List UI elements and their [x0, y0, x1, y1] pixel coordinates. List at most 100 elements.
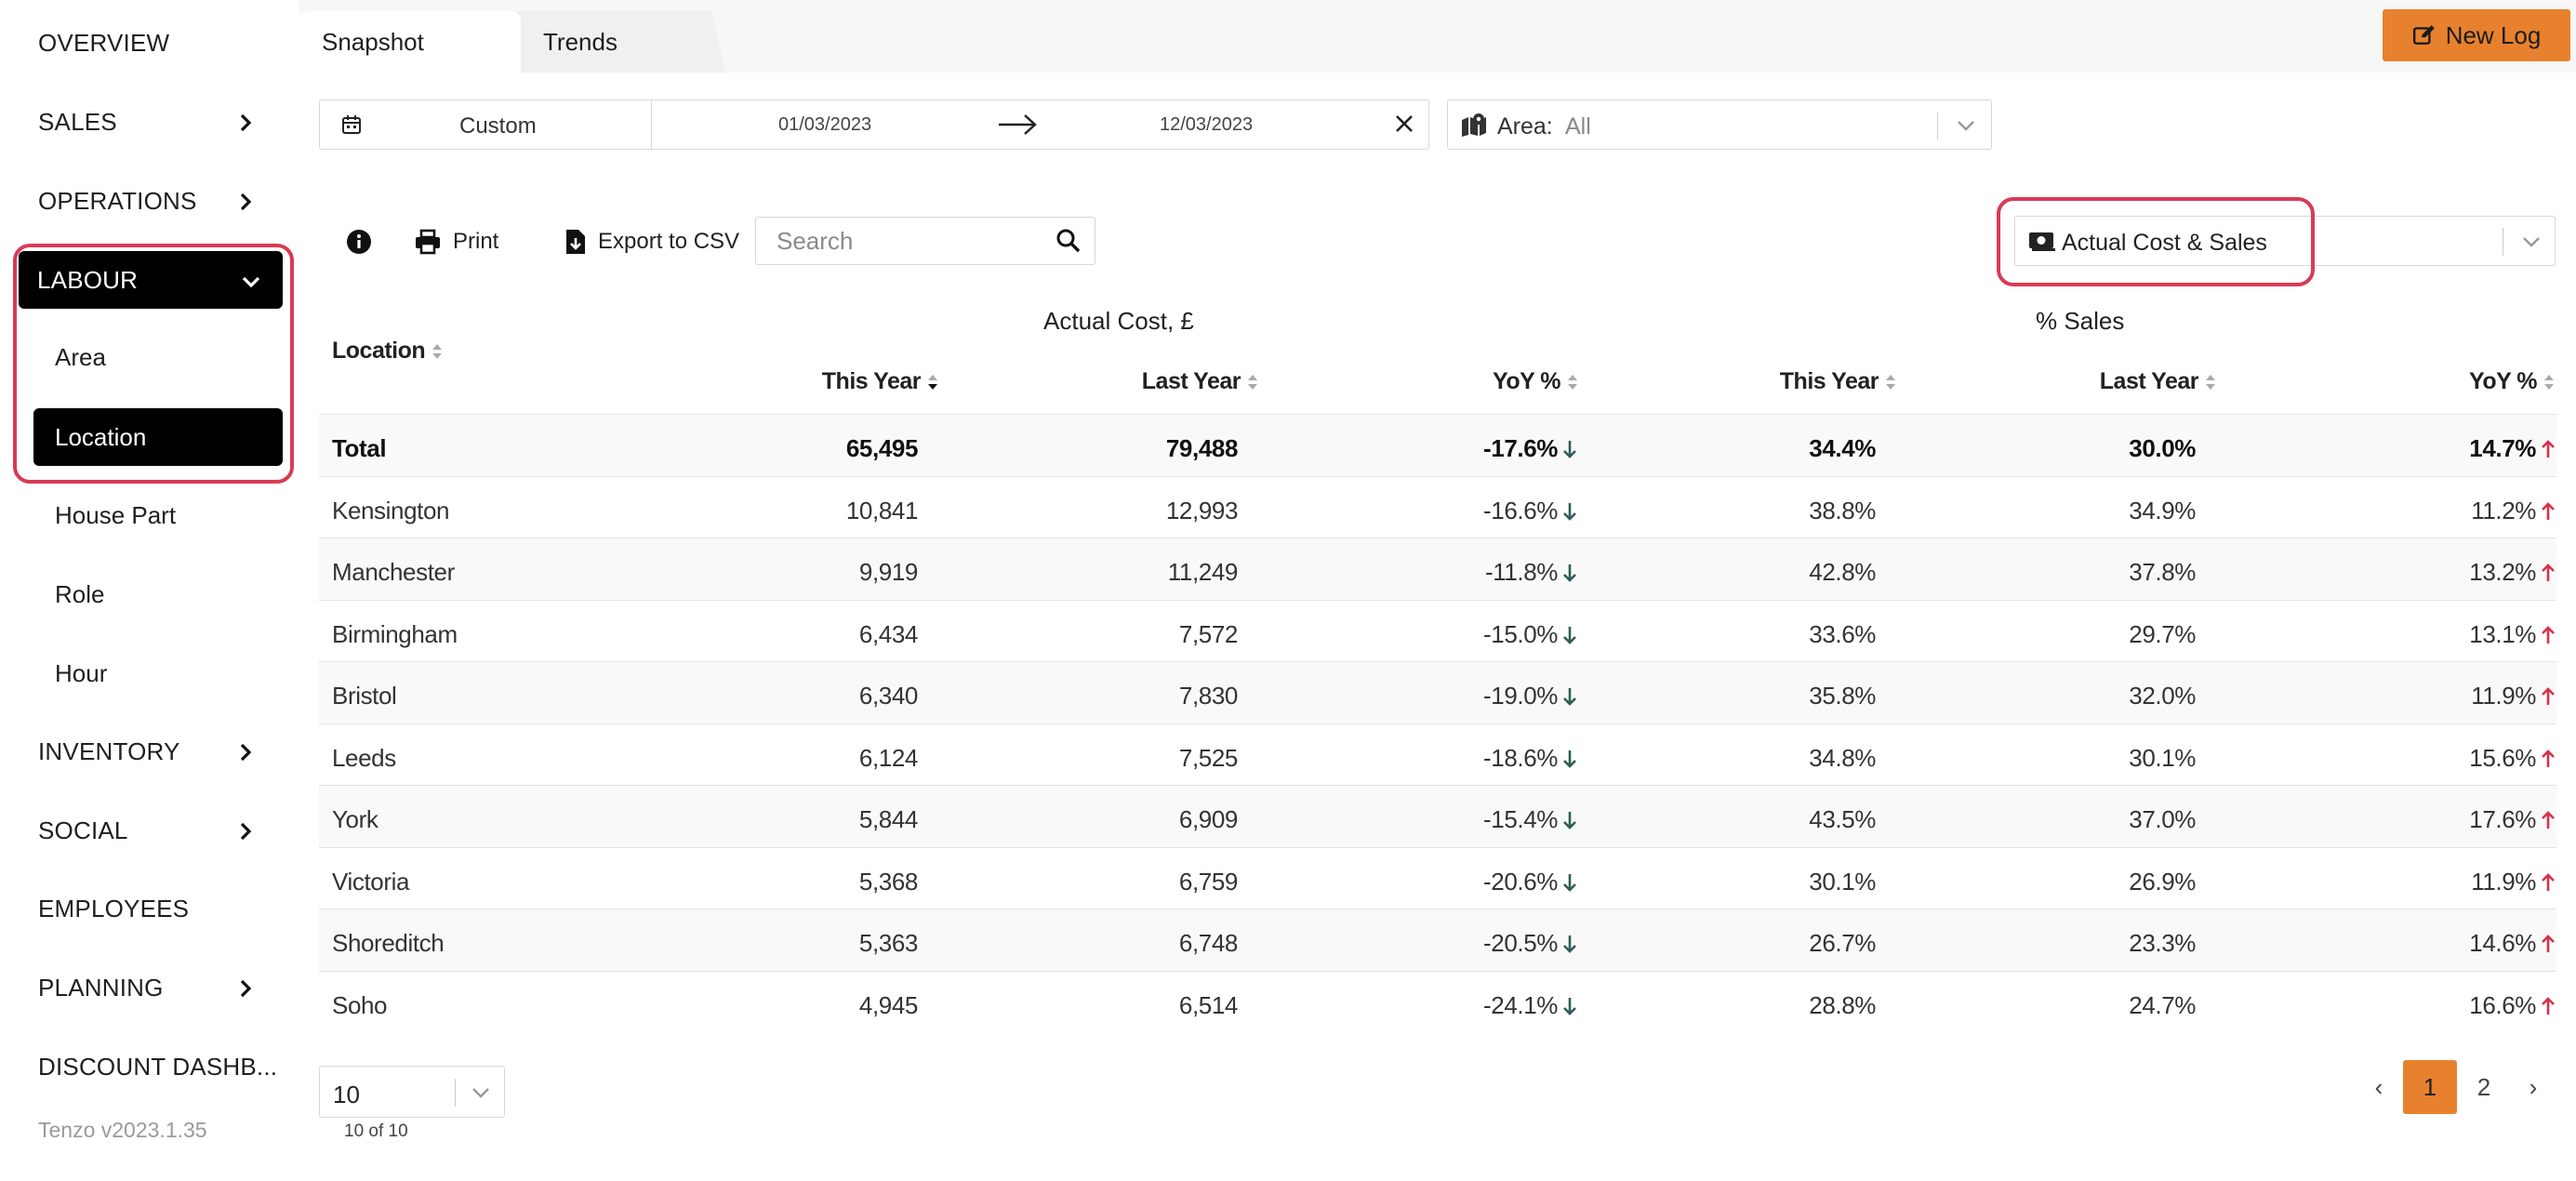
cell-this-year: 65,495	[845, 434, 919, 462]
subnav-role[interactable]: Role	[33, 564, 283, 624]
nav-employees[interactable]: EMPLOYEES	[0, 879, 298, 938]
nav-social[interactable]: SOCIAL	[0, 801, 298, 860]
chevron-down-icon[interactable]	[1956, 116, 1976, 135]
cell-location: Leeds	[332, 743, 396, 772]
nav-planning[interactable]: PLANNING	[0, 958, 298, 1017]
table-row[interactable]: Bristol 6,340 7,830 -19.0% 35.8% 32.0% 11.9%	[319, 661, 2556, 723]
area-select[interactable]: Area: All	[1447, 100, 1992, 150]
cell-sales-last-year: 30.1%	[2129, 743, 2196, 772]
print-button[interactable]: Print	[414, 223, 498, 260]
cell-sales-last-year: 34.9%	[2129, 496, 2196, 524]
page-2-button[interactable]: 2	[2457, 1060, 2511, 1114]
subnav-house-part[interactable]: House Part	[33, 485, 283, 545]
col-header-location[interactable]: Location	[332, 338, 444, 365]
date-to[interactable]: 12/03/2023	[1160, 114, 1253, 136]
nav-inventory-label: INVENTORY	[38, 736, 180, 765]
cell-last-year: 79,488	[1165, 434, 1239, 462]
cell-sales-this-year: 35.8%	[1809, 682, 1876, 710]
clear-icon[interactable]	[1394, 113, 1414, 134]
cell-yoy: -19.0%	[1483, 682, 1578, 710]
table-row[interactable]: Shoreditch 5,363 6,748 -20.5% 26.7% 23.3% 14.6…	[319, 909, 2556, 971]
search-icon[interactable]	[1056, 228, 1082, 254]
arrow-up-icon	[2542, 935, 2555, 952]
subnav-hour[interactable]: Hour	[33, 644, 283, 703]
col-header-sales-last-year[interactable]: Last Year	[2100, 368, 2217, 395]
cell-yoy-value: -17.6%	[1483, 434, 1558, 462]
cell-this-year: 5,368	[858, 867, 918, 896]
search-input[interactable]	[756, 218, 1044, 264]
chevron-right-icon	[240, 192, 252, 211]
table-row[interactable]: Manchester 9,919 11,249 -11.8% 42.8% 37.8% 13.…	[319, 537, 2556, 600]
tab-snapshot[interactable]: Snapshot	[299, 11, 521, 73]
cell-sales-last-year: 26.9%	[2129, 867, 2196, 896]
divider	[455, 1079, 456, 1107]
arrow-down-icon	[1563, 688, 1576, 706]
cell-sales-yoy-value: 13.2%	[2469, 558, 2536, 586]
total-row[interactable]: Total 65,495 79,488 -17.6% 34.4% 30.0% 14.7%	[319, 414, 2556, 476]
cell-sales-this-year: 38.8%	[1809, 496, 1876, 524]
sort-icon	[432, 343, 443, 359]
col-header-this-year[interactable]: This Year	[822, 368, 939, 395]
cell-sales-last-year: 24.7%	[2129, 990, 2196, 1019]
cell-last-year: 6,514	[1178, 990, 1238, 1019]
cell-sales-yoy: 17.6%	[2469, 805, 2556, 834]
table-row[interactable]: Soho 4,945 6,514 -24.1% 28.8% 24.7% 16.6%	[319, 970, 2556, 1032]
nav-planning-label: PLANNING	[38, 973, 164, 1002]
record-count: 10 of 10	[344, 1121, 408, 1141]
export-csv-button[interactable]: Export to CSV	[564, 223, 739, 260]
col-header-last-year[interactable]: Last Year	[1142, 368, 1259, 395]
table-row[interactable]: Leeds 6,124 7,525 -18.6% 34.8% 30.1% 15.6%	[319, 723, 2556, 785]
cell-yoy-value: -20.6%	[1483, 867, 1558, 896]
chevron-down-icon[interactable]	[2521, 232, 2542, 251]
page-size-select[interactable]: 10	[319, 1066, 505, 1118]
col-header-yoy-label: YoY %	[1493, 368, 1561, 394]
nav-sales[interactable]: SALES	[0, 92, 298, 152]
new-log-label: New Log	[2445, 20, 2542, 49]
next-page-button[interactable]: ›	[2522, 1060, 2544, 1114]
cell-location: Shoreditch	[332, 929, 445, 957]
tab-trends[interactable]: Trends	[497, 11, 725, 73]
col-header-yoy[interactable]: YoY %	[1493, 368, 1579, 395]
cell-yoy-value: -15.0%	[1483, 619, 1558, 648]
date-from[interactable]: 01/03/2023	[778, 114, 871, 136]
info-button[interactable]	[346, 223, 372, 260]
col-header-sales-this-year-label: This Year	[1779, 368, 1879, 394]
arrow-down-icon	[1563, 997, 1576, 1015]
cell-sales-yoy: 14.6%	[2469, 929, 2556, 958]
cell-sales-yoy-value: 13.1%	[2469, 619, 2536, 648]
date-range-picker[interactable]: Custom 01/03/2023 12/03/2023	[319, 100, 1429, 150]
nav-social-label: SOCIAL	[38, 816, 128, 844]
cell-sales-last-year: 37.8%	[2129, 558, 2196, 586]
nav-discount-dashboard[interactable]: DISCOUNT DASHB...	[0, 1037, 298, 1096]
chevron-down-icon	[472, 1088, 489, 1098]
arrow-up-icon	[2542, 564, 2555, 581]
table-row[interactable]: Kensington 10,841 12,993 -16.6% 38.8% 34.9% 11…	[319, 475, 2556, 537]
date-preset[interactable]: Custom	[459, 113, 537, 139]
cell-yoy-value: -16.6%	[1483, 496, 1558, 524]
cell-last-year: 12,993	[1165, 496, 1239, 524]
cell-sales-this-year: 26.7%	[1809, 929, 1876, 957]
file-download-icon	[566, 230, 585, 254]
cell-yoy: -18.6%	[1483, 744, 1578, 773]
table-row[interactable]: York 5,844 6,909 -15.4% 43.5% 37.0% 17.6%	[319, 785, 2556, 847]
cell-yoy-value: -18.6%	[1483, 743, 1558, 772]
cell-sales-this-year: 28.8%	[1809, 990, 1876, 1019]
nav-operations-label: OPERATIONS	[38, 186, 197, 215]
col-header-sales-yoy[interactable]: YoY %	[2469, 368, 2556, 395]
cell-yoy: -24.1%	[1483, 991, 1578, 1020]
table-row[interactable]: Victoria 5,368 6,759 -20.6% 30.1% 26.9% 11.9%	[319, 846, 2556, 909]
page-1-button[interactable]: 1	[2403, 1060, 2457, 1114]
cell-last-year: 7,572	[1178, 619, 1238, 648]
nav-overview[interactable]: OVERVIEW	[0, 13, 298, 73]
subnav-house-part-label: House Part	[55, 500, 177, 529]
table-row[interactable]: Birmingham 6,434 7,572 -15.0% 33.6% 29.7% 13.1…	[319, 599, 2556, 661]
cell-sales-yoy-value: 15.6%	[2469, 743, 2536, 772]
prev-page-button[interactable]: ‹	[2368, 1060, 2390, 1114]
nav-inventory[interactable]: INVENTORY	[0, 722, 298, 781]
nav-operations[interactable]: OPERATIONS	[0, 171, 298, 231]
col-header-sales-last-year-label: Last Year	[2099, 368, 2199, 394]
col-header-sales-this-year[interactable]: This Year	[1780, 368, 1897, 395]
new-log-button[interactable]: New Log	[2383, 9, 2570, 61]
cell-this-year: 5,363	[858, 929, 918, 957]
cell-last-year: 7,830	[1178, 682, 1238, 710]
